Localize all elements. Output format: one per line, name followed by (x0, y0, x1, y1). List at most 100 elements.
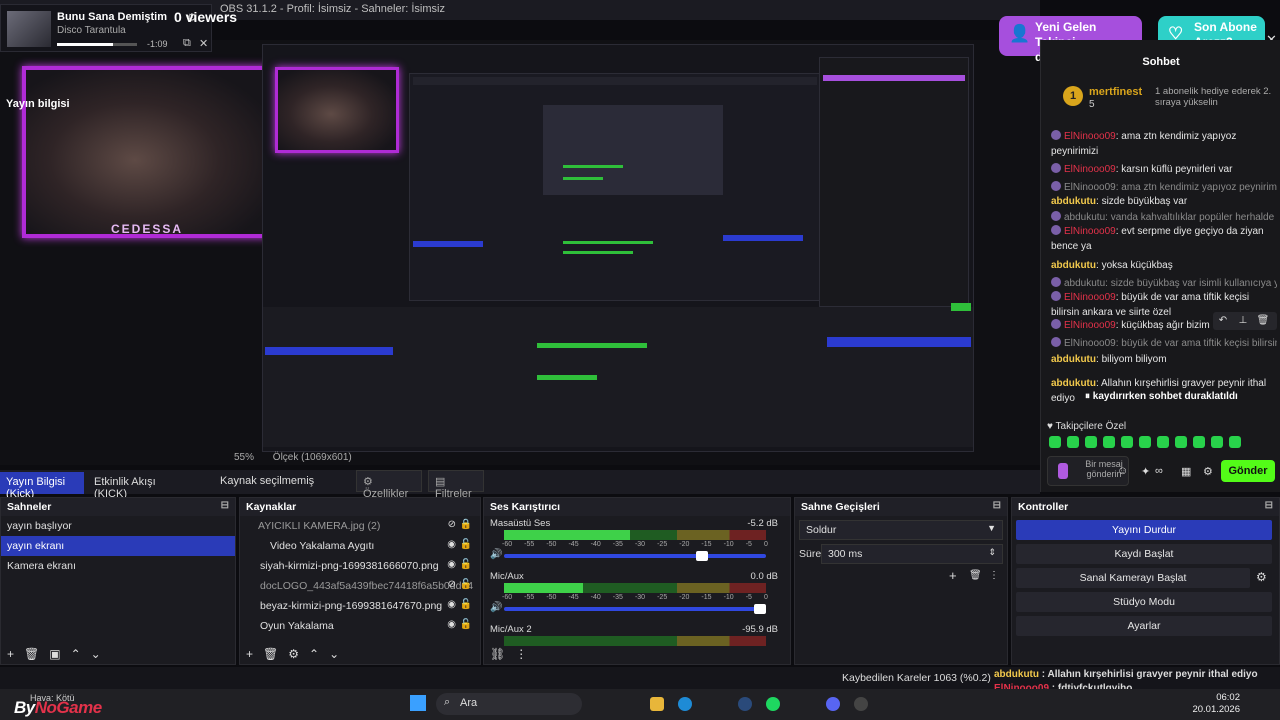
zoom-level[interactable]: 55% (234, 452, 254, 463)
trash-icon[interactable]: 🗑 (24, 647, 39, 661)
chat-username[interactable]: ElNinooo09 (1064, 292, 1116, 303)
gear-icon[interactable]: ⚙ (1203, 465, 1213, 478)
more-icon[interactable]: ⋮ (515, 647, 527, 661)
eye-off-icon[interactable]: ⊘ (448, 519, 456, 530)
settings-button[interactable]: Ayarlar (1016, 616, 1272, 636)
more-icon[interactable]: ⋮ (989, 570, 999, 581)
source-item[interactable]: beyaz-kirmizi-png-1699381647670.png ◉ 🔓 (240, 596, 480, 616)
chat-username[interactable]: abdukutu (1051, 260, 1096, 271)
obs-preview[interactable]: CEDESSA Yayın bilgisi (0, 40, 1040, 465)
filters-button[interactable]: ▤ Filtreler (428, 470, 484, 500)
chat-username[interactable]: ElNinooo09 (1064, 131, 1116, 142)
source-item[interactable]: Video Yakalama Aygıtı ◉ 🔓 (240, 536, 480, 556)
scene-item[interactable]: yayın ekranı (1, 536, 235, 556)
chat-paused-notice[interactable]: ⏸ kaydırırken sohbet duraklatıldı (1085, 391, 1238, 402)
chat-username[interactable]: ElNinooo09 (1064, 164, 1116, 175)
chat-username[interactable]: ElNinooo09 (1064, 226, 1116, 237)
move-down-icon[interactable]: ⌄ (91, 647, 101, 661)
chat-message[interactable]: ElNinooo09: ama ztn kendimiz yapıyoz pey… (1051, 180, 1277, 195)
close-icon[interactable]: ✕ (199, 37, 208, 50)
popout-icon[interactable]: ⊟ (221, 500, 229, 511)
add-icon[interactable]: + (246, 647, 253, 661)
taskbar-search[interactable]: ⌕ Ara (436, 693, 582, 715)
emote-bar[interactable] (1049, 436, 1275, 452)
start-recording-button[interactable]: Kaydı Başlat (1016, 544, 1272, 564)
canvas-resolution[interactable]: Ölçek (1069x601) (273, 452, 352, 463)
pin-icon[interactable]: ⊥ (1233, 312, 1253, 330)
source-item[interactable]: docLOGO_443af5a439fbec74418f6a5b0dd04 ⊘ 🔓 (240, 576, 480, 596)
scene-item[interactable]: Kamera ekranı (1, 556, 235, 576)
discord-icon[interactable] (826, 697, 840, 711)
source-item[interactable]: siyah-kirmizi-png-1699381666070.png ◉ 🔓 (240, 556, 480, 576)
reply-icon[interactable]: ↶ (1213, 312, 1233, 330)
command-icon[interactable]: ✦ (1141, 465, 1150, 478)
chat-username[interactable]: abdukutu (1064, 212, 1105, 223)
chat-message[interactable]: ElNinooo09: büyük de var ama tiftik keçi… (1051, 336, 1277, 351)
stop-stream-button[interactable]: Yayını Durdur (1016, 520, 1272, 540)
chat-username[interactable]: abdukutu (1051, 378, 1096, 389)
volume-slider[interactable] (504, 551, 766, 561)
delete-icon[interactable]: 🗑 (1253, 312, 1273, 330)
add-icon[interactable]: + (7, 647, 14, 661)
move-down-icon[interactable]: ⌄ (329, 647, 339, 661)
edge-icon[interactable] (678, 697, 692, 711)
popout-icon[interactable]: ⧉ (183, 37, 191, 50)
tab-stream-info[interactable]: Yayın Bilgisi (Kick) (0, 472, 84, 500)
speaker-icon[interactable]: 🔊 (490, 602, 502, 613)
transition-select[interactable]: Soldur ▼ (799, 520, 1003, 540)
eye-icon[interactable]: ◉ (447, 619, 456, 630)
volume-slider[interactable] (504, 604, 766, 614)
tab-activity-feed[interactable]: Etkinlik Akışı (KICK) (88, 472, 180, 500)
link-icon[interactable]: ∞ (1155, 465, 1163, 477)
lock-icon[interactable]: 🔓 (460, 619, 472, 630)
volume-slider-handle[interactable] (754, 604, 766, 614)
chat-username[interactable]: abdukutu (1064, 278, 1105, 289)
emoji-icon[interactable]: ☺ (1117, 465, 1128, 477)
system-clock[interactable]: 06:02 20.01.2026 (1192, 692, 1240, 716)
chat-username[interactable]: ElNinooo09 (1064, 182, 1116, 193)
chat-username[interactable]: abdukutu (1051, 196, 1096, 207)
lock-icon[interactable]: 🔓 (460, 539, 472, 550)
duration-input[interactable]: 300 ms ⇕ (821, 544, 1003, 564)
popout-icon[interactable]: ⊟ (1265, 500, 1273, 511)
scene-item[interactable]: yayın başlıyor (1, 516, 235, 536)
chat-message[interactable]: abdukutu: biliyom biliyom (1051, 352, 1277, 367)
send-button[interactable]: Gönder (1221, 460, 1275, 482)
move-up-icon[interactable]: ⌃ (309, 647, 319, 661)
filter-icon[interactable]: ▣ (49, 647, 60, 661)
volume-slider-handle[interactable] (696, 551, 709, 561)
start-virtual-camera-button[interactable]: Sanal Kamerayı Başlat (1016, 568, 1250, 588)
gear-icon[interactable]: ⚙ (288, 647, 299, 661)
obs-icon[interactable] (854, 697, 868, 711)
chat-message[interactable]: abdukutu: sizde büyükbaş var isimli kull… (1051, 276, 1277, 291)
popout-icon[interactable]: ⊟ (993, 500, 1001, 511)
source-item[interactable]: Oyun Yakalama ◉ 🔓 (240, 616, 480, 636)
link-icon[interactable]: ⛓ (490, 647, 505, 661)
gear-icon[interactable]: ⚙ (1256, 570, 1267, 584)
store-icon[interactable]: ▦ (1181, 465, 1191, 478)
move-up-icon[interactable]: ⌃ (71, 647, 81, 661)
chat-message[interactable]: abdukutu: vanda kahvaltılıklar popüler h… (1051, 210, 1277, 225)
windows-start-icon[interactable] (410, 695, 426, 711)
lock-icon[interactable]: 🔓 (460, 599, 472, 610)
studio-mode-button[interactable]: Stüdyo Modu (1016, 592, 1272, 612)
source-item[interactable]: AYICIKLI KAMERA.jpg (2) ⊘ 🔒 (240, 516, 480, 536)
speaker-icon[interactable]: 🔊 (490, 549, 502, 560)
lock-icon[interactable]: 🔓 (460, 579, 472, 590)
file-explorer-icon[interactable] (650, 697, 664, 711)
chat-message[interactable]: abdukutu: sizde büyükbaş var (1051, 194, 1277, 209)
chat-username[interactable]: ElNinooo09 (1064, 320, 1116, 331)
trash-icon[interactable]: 🗑 (263, 647, 278, 661)
chat-message[interactable]: ElNinooo09: ama ztn kendimiz yapıyoz pey… (1051, 129, 1277, 159)
steam-icon[interactable] (738, 697, 752, 711)
chat-username[interactable]: abdukutu (1051, 354, 1096, 365)
properties-button[interactable]: ⚙ Özellikler (356, 470, 422, 500)
add-icon[interactable]: + (949, 568, 957, 583)
eye-icon[interactable]: ◉ (447, 559, 456, 570)
lock-icon[interactable]: 🔒 (460, 519, 472, 530)
eye-icon[interactable]: ◉ (447, 599, 456, 610)
trash-icon[interactable]: 🗑 (969, 570, 982, 581)
chat-username[interactable]: ElNinooo09 (1064, 338, 1116, 349)
chat-message[interactable]: ElNinooo09: evt serpme diye geçiyo da zi… (1051, 224, 1277, 254)
eye-icon[interactable]: ◉ (447, 539, 456, 550)
